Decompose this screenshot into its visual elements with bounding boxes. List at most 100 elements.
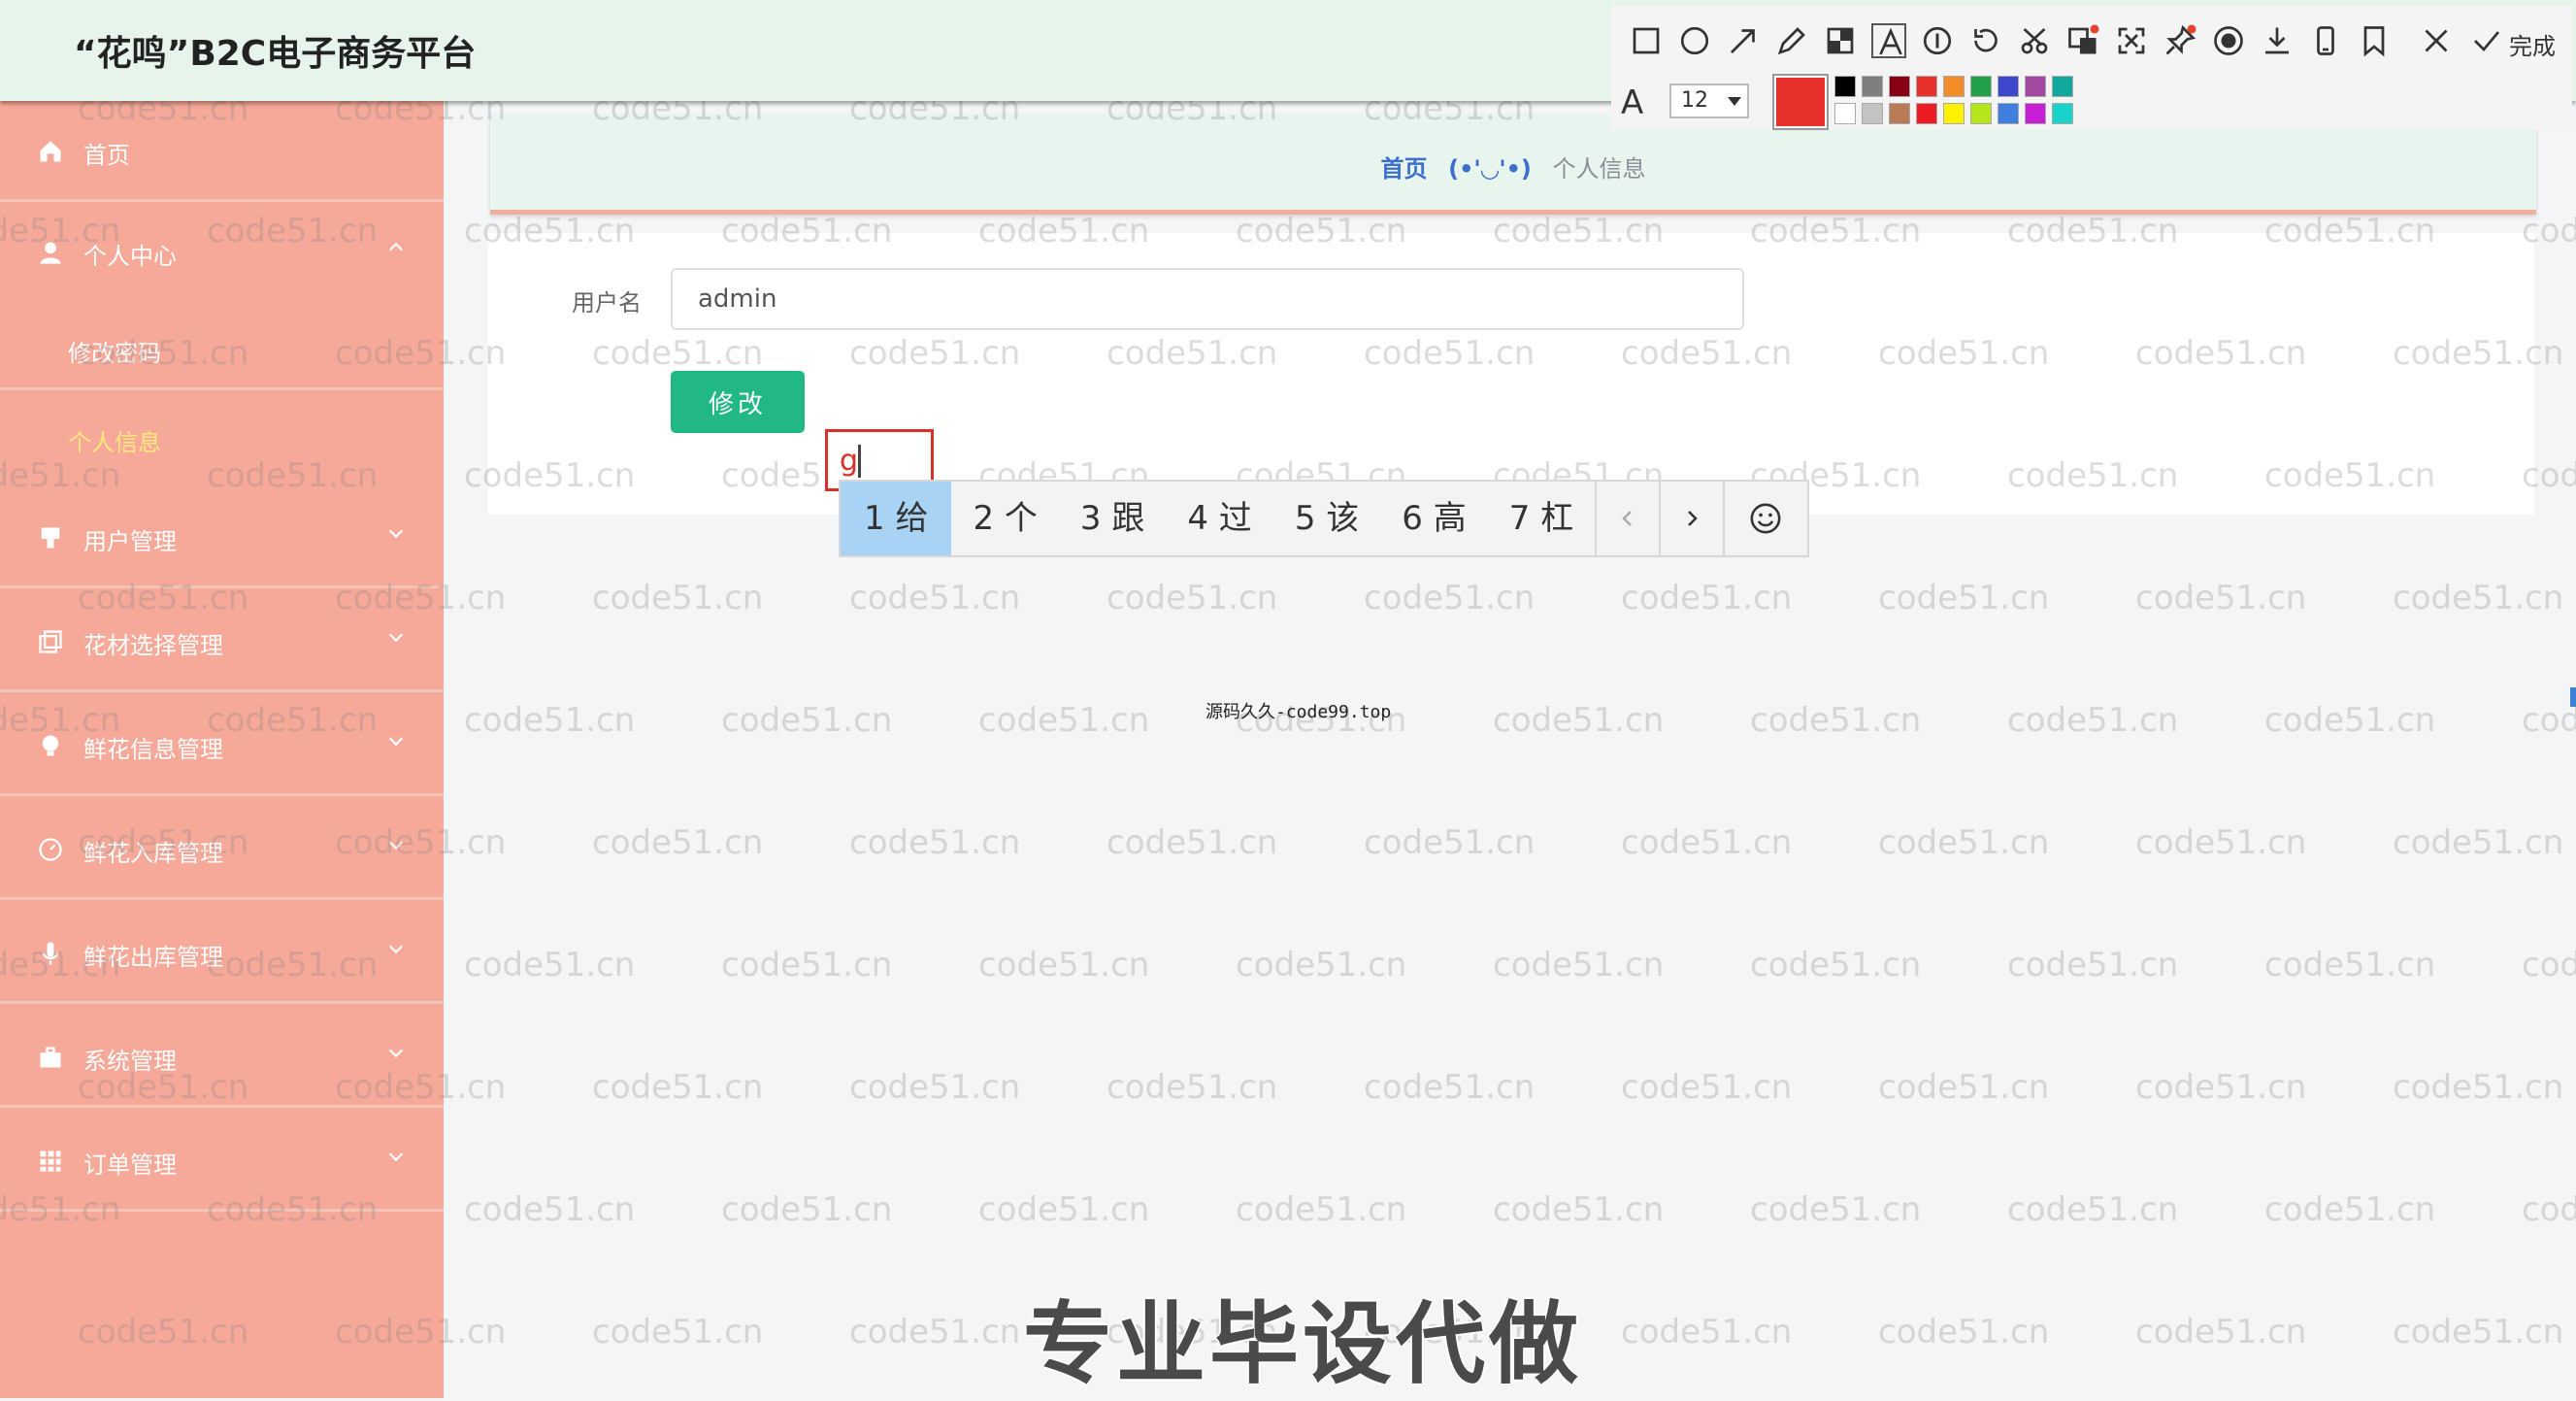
color-swatch[interactable] xyxy=(2025,103,2046,124)
ime-candidate[interactable]: 1 给 xyxy=(841,482,952,555)
color-swatch[interactable] xyxy=(1862,76,1883,97)
download-tool[interactable] xyxy=(2260,23,2295,58)
pin-tool[interactable] xyxy=(2163,23,2197,58)
text-cursor-icon xyxy=(858,445,861,478)
annotation-toolbar: 完成 A 12 xyxy=(1611,6,2572,130)
sidebar-item-system-management[interactable]: 系统管理 xyxy=(0,1007,444,1108)
home-icon xyxy=(40,141,61,162)
color-swatch[interactable] xyxy=(1970,103,1992,124)
color-swatch[interactable] xyxy=(1834,76,1856,97)
sidebar-item-order-management[interactable]: 订单管理 xyxy=(0,1111,444,1212)
color-swatch[interactable] xyxy=(2052,76,2073,97)
update-button[interactable]: 修改 xyxy=(671,371,805,433)
ime-candidate[interactable]: 3 跟 xyxy=(1059,482,1166,555)
font-size-select[interactable]: 12 xyxy=(1669,83,1749,118)
ime-next-page[interactable] xyxy=(1659,482,1723,555)
ocr-tool[interactable] xyxy=(2065,23,2100,58)
expand-icon xyxy=(2118,27,2145,54)
rectangle-tool[interactable] xyxy=(1629,23,1664,58)
ime-candidate[interactable]: 7 杠 xyxy=(1488,482,1595,555)
sidebar-item-personal-center[interactable]: 个人中心 xyxy=(0,202,444,303)
mosaic-tool[interactable] xyxy=(1823,23,1858,58)
username-input[interactable] xyxy=(671,268,1744,330)
record-tool[interactable] xyxy=(2211,23,2246,58)
pencil-tool[interactable] xyxy=(1774,23,1809,58)
watermark-text: code51.cn xyxy=(721,1190,893,1229)
ime-candidate[interactable]: 5 该 xyxy=(1273,482,1380,555)
watermark-text: code51.cn xyxy=(2393,579,2564,617)
watermark-text: code51.cn xyxy=(978,701,1150,740)
cancel-button[interactable] xyxy=(2419,23,2454,58)
font-size-value: 12 xyxy=(1681,88,1708,113)
long-screenshot-tool[interactable] xyxy=(2114,23,2149,58)
color-swatch[interactable] xyxy=(1834,103,1856,124)
watermark-text: code51.cn xyxy=(2135,1068,2307,1107)
color-swatch[interactable] xyxy=(1916,76,1937,97)
bookmark-tool[interactable] xyxy=(2357,23,2392,58)
sidebar-item-user-management[interactable]: 用户管理 xyxy=(0,487,444,588)
chevron-down-icon xyxy=(388,841,404,851)
color-swatch[interactable] xyxy=(2025,76,2046,97)
color-swatch[interactable] xyxy=(1862,103,1883,124)
chevron-left-icon xyxy=(1622,511,1632,526)
arrow-tool[interactable] xyxy=(1726,23,1761,58)
sidebar-item-stock-out-management[interactable]: 鲜花出库管理 xyxy=(0,903,444,1004)
current-color-swatch[interactable] xyxy=(1772,74,1829,130)
watermark-text: code51.cn xyxy=(1364,823,1536,862)
done-button[interactable] xyxy=(2469,23,2504,58)
sidebar-item-flower-info-management[interactable]: 鲜花信息管理 xyxy=(0,695,444,796)
sidebar-item-stock-in-management[interactable]: 鲜花入库管理 xyxy=(0,799,444,900)
watermark-text: code51.cn xyxy=(1106,579,1278,617)
watermark-text: code51.cn xyxy=(592,1068,764,1107)
color-swatch[interactable] xyxy=(1943,76,1965,97)
watermark-text: code51.cn xyxy=(2135,823,2307,862)
color-swatch[interactable] xyxy=(1970,76,1992,97)
watermark-text: code51.cn xyxy=(464,1190,636,1229)
ellipse-tool[interactable] xyxy=(1677,23,1712,58)
sidebar-item-label: 鲜花信息管理 xyxy=(83,736,223,763)
check-icon xyxy=(2474,31,2500,51)
sidebar-subitem-change-password[interactable]: 修改密码 xyxy=(68,334,161,368)
chevron-up-icon xyxy=(388,242,404,251)
color-swatch[interactable] xyxy=(1889,76,1910,97)
sidebar-item-material-management[interactable]: 花材选择管理 xyxy=(0,591,444,692)
undo-tool[interactable] xyxy=(1968,23,2003,58)
crop-tool[interactable] xyxy=(2017,23,2052,58)
phone-tool[interactable] xyxy=(2308,23,2343,58)
breadcrumb-home[interactable]: 首页 xyxy=(1380,155,1427,183)
color-swatch[interactable] xyxy=(1943,103,1965,124)
done-label[interactable]: 完成 xyxy=(2509,27,2556,61)
color-swatch[interactable] xyxy=(1998,103,2019,124)
ime-candidate-bar: 1 给 2 个 3 跟 4 过 5 该 6 高 7 杠 xyxy=(839,480,1809,557)
sidebar-item-home[interactable]: 首页 xyxy=(0,101,444,202)
ime-candidate[interactable]: 6 高 xyxy=(1380,482,1487,555)
watermark-text: code51.cn xyxy=(2393,823,2564,862)
color-swatch[interactable] xyxy=(1916,103,1937,124)
ime-candidate[interactable]: 4 过 xyxy=(1166,482,1272,555)
number-tool[interactable] xyxy=(1920,23,1955,58)
text-tool[interactable] xyxy=(1871,23,1906,58)
sidebar: 首页 个人中心 修改密码 个人信息 用户管理 花材选择管理 鲜花信息管理 鲜花入… xyxy=(0,101,444,1398)
ime-emoji-button[interactable] xyxy=(1722,482,1807,555)
dropdown-arrow-icon xyxy=(1728,97,1741,106)
copy-icon xyxy=(39,630,62,653)
watermark-text: code51.cn xyxy=(1621,1313,1793,1351)
username-label: 用户名 xyxy=(572,289,642,317)
color-swatch[interactable] xyxy=(1998,76,2019,97)
watermark-text: code51.cn xyxy=(2522,701,2576,740)
mic-icon xyxy=(42,942,59,965)
watermark-text: code51.cn xyxy=(2393,1313,2564,1351)
scissors-icon xyxy=(2021,28,2048,54)
color-swatch[interactable] xyxy=(1889,103,1910,124)
color-swatch[interactable] xyxy=(2052,103,2073,124)
annotation-typed-text: g xyxy=(840,444,859,478)
sidebar-item-label: 鲜花入库管理 xyxy=(83,840,223,867)
users-icon xyxy=(41,527,60,549)
ime-candidate[interactable]: 2 个 xyxy=(951,482,1058,555)
ime-prev-page[interactable] xyxy=(1595,482,1659,555)
watermark-text: code51.cn xyxy=(464,701,636,740)
watermark-text: code51.cn xyxy=(1878,1313,2050,1351)
watermark-text: code51.cn xyxy=(2393,1068,2564,1107)
sidebar-subitem-personal-info[interactable]: 个人信息 xyxy=(68,423,161,457)
phone-icon xyxy=(2317,26,2334,55)
